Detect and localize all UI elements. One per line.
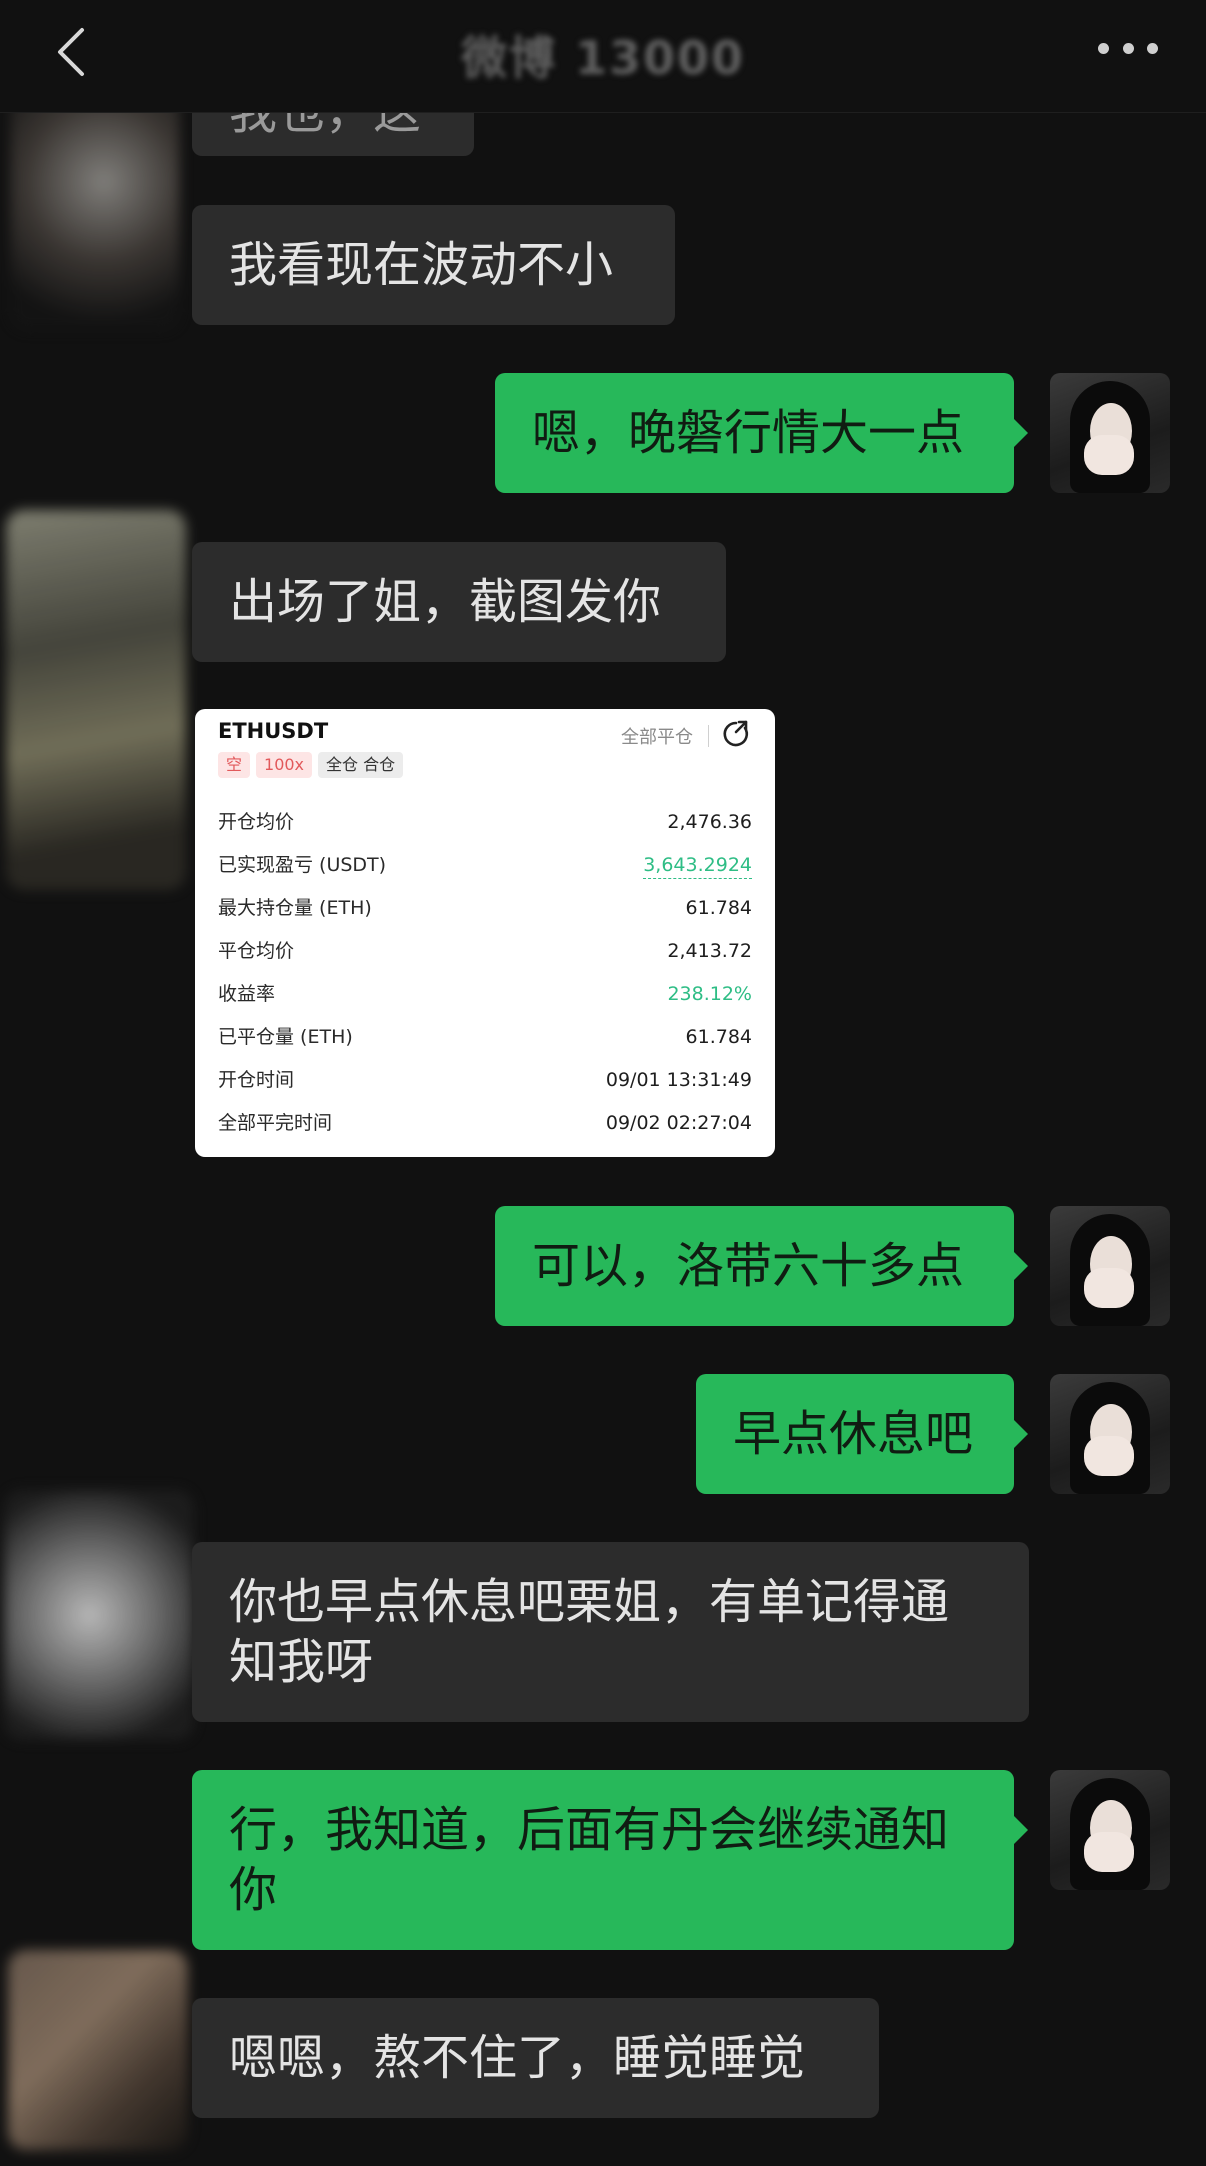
row-value: 2,413.72 [667,940,752,962]
message-bubble-outgoing[interactable]: 可以，洛带六十多点 [495,1206,1028,1326]
message-text: 我看现在波动不小 [229,237,614,293]
trade-row: 最大持仓量 (ETH) 61.784 [218,895,752,938]
top-bar: 微博 13000 [0,0,1206,113]
trade-row: 开仓时间 09/01 13:31:49 [218,1067,752,1110]
row-label: 最大持仓量 (ETH) [218,897,372,919]
return-rate-value: 238.12% [667,983,752,1005]
row-value: 09/02 02:27:04 [605,1112,752,1134]
trade-row: 全部平完时间 09/02 02:27:04 [218,1110,752,1153]
message-bubble-incoming[interactable]: 你也早点休息吧栗姐，有单记得通知我呀 [192,1542,1029,1722]
trade-screenshot-card[interactable]: ETHUSDT 空 100x 全仓 合仓 全部平仓 开仓均价 2,476.36 已… [195,709,775,1157]
close-all-button[interactable]: 全部平仓 [621,723,693,749]
trade-symbol: ETHUSDT [218,719,329,743]
trade-row: 开仓均价 2,476.36 [218,809,752,852]
position-side-tag: 空 [218,752,251,778]
message-text: 嗯嗯，熬不住了，睡觉睡觉 [229,2030,806,2086]
realized-pnl-value[interactable]: 3,643.2924 [643,852,752,879]
trade-row: 收益率 238.12% [218,981,752,1024]
contact-avatar[interactable] [8,1950,188,2150]
message-bubble-incoming[interactable]: 我看现在波动不小 [192,205,675,325]
row-label: 已实现盈亏 (USDT) [218,854,387,876]
message-bubble-outgoing[interactable]: 嗯，晚磐行情大一点 [495,373,1028,493]
row-label: 收益率 [218,983,276,1005]
message-bubble-outgoing[interactable]: 行，我知道，后面有丹会继续通知你 [192,1770,1028,1950]
message-text: 出场了姐，截图发你 [229,574,662,630]
user-avatar[interactable] [1050,1206,1170,1326]
user-avatar[interactable] [1050,1770,1170,1890]
row-value: 09/01 13:31:49 [605,1069,752,1091]
message-bubble-outgoing[interactable]: 早点休息吧 [696,1374,1028,1494]
leverage-tag: 100x [256,752,313,778]
margin-mode-tag: 全仓 合仓 [318,752,404,778]
row-value: 61.784 [685,1026,752,1048]
share-icon[interactable] [721,719,751,749]
divider [708,725,709,747]
message-bubble-incoming[interactable]: 出场了姐，截图发你 [192,542,726,662]
trade-tags: 空 100x 全仓 合仓 [218,752,404,778]
row-value: 61.784 [685,897,752,919]
trade-row: 已实现盈亏 (USDT) 3,643.2924 [218,852,752,895]
user-avatar[interactable] [1050,1374,1170,1494]
message-bubble-incoming[interactable]: 嗯嗯，熬不住了，睡觉睡觉 [192,1998,879,2118]
user-avatar[interactable] [1050,373,1170,493]
contact-avatar[interactable] [6,510,186,890]
chat-title: 微博 13000 [460,31,746,85]
row-label: 全部平完时间 [218,1112,333,1134]
message-text: 你也早点休息吧栗姐，有单记得通知我呀 [229,1574,950,1690]
row-value: 2,476.36 [667,811,752,833]
contact-avatar[interactable] [4,1490,194,1740]
more-options-icon[interactable] [1098,36,1158,60]
trade-row: 已平仓量 (ETH) 61.784 [218,1024,752,1067]
row-label: 开仓均价 [218,811,295,833]
row-label: 开仓时间 [218,1069,295,1091]
row-label: 已平仓量 (ETH) [218,1026,353,1048]
message-text: 嗯，晚磐行情大一点 [532,405,965,461]
message-text: 早点休息吧 [733,1406,974,1462]
row-label: 平仓均价 [218,940,295,962]
trade-details: 开仓均价 2,476.36 已实现盈亏 (USDT) 3,643.2924 最大持仓… [218,809,752,1153]
message-text: 可以，洛带六十多点 [532,1238,965,1294]
trade-row: 平仓均价 2,413.72 [218,938,752,981]
message-text: 行，我知道，后面有丹会继续通知你 [229,1802,950,1918]
